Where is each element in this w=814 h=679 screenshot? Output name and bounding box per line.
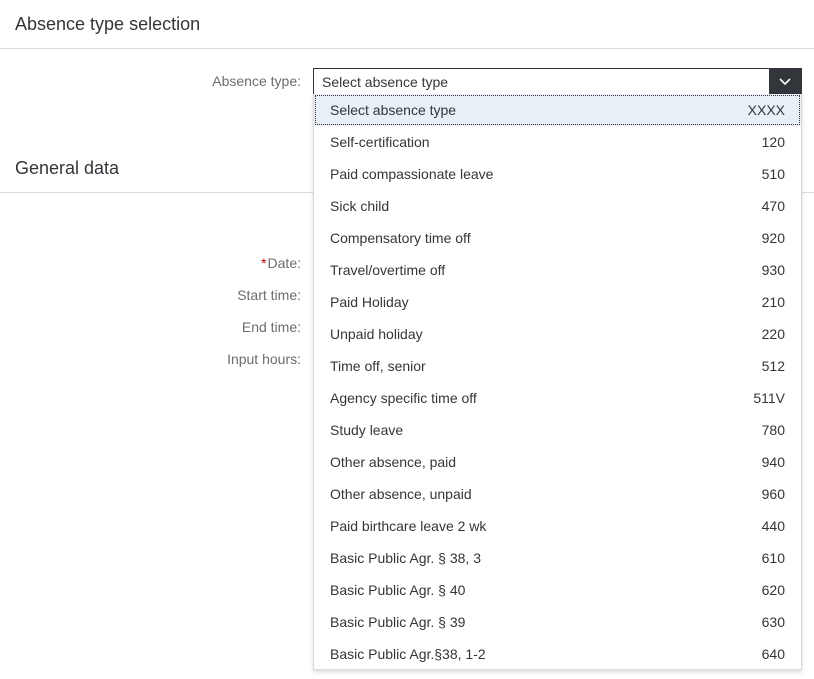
absence-type-dropdown-list: Select absence type XXXX Self-certificatio… — [313, 94, 802, 670]
input-hours-label: Input hours: — [227, 351, 301, 367]
option-code: 470 — [761, 198, 785, 214]
end-time-label: End time: — [241, 319, 301, 335]
option-label: Unpaid holiday — [330, 326, 423, 342]
option-label: Paid Holiday — [330, 294, 409, 310]
dropdown-option[interactable]: Time off, senior 512 — [314, 350, 801, 382]
start-time-label: Start time: — [237, 287, 301, 303]
option-code: 920 — [761, 230, 785, 246]
dropdown-option[interactable]: Compensatory time off 920 — [314, 222, 801, 254]
option-code: 510 — [761, 166, 785, 182]
option-label: Other absence, unpaid — [330, 486, 472, 502]
dropdown-option[interactable]: Travel/overtime off 930 — [314, 254, 801, 286]
date-label-text: Date: — [267, 255, 301, 271]
option-code: 512 — [761, 358, 785, 374]
option-code: 640 — [761, 646, 785, 662]
dropdown-option[interactable]: Unpaid holiday 220 — [314, 318, 801, 350]
option-code: 960 — [761, 486, 785, 502]
absence-form-page: Absence type selection Absence type: Sel… — [0, 0, 814, 679]
absence-type-select-value: Select absence type — [322, 73, 449, 90]
option-label: Time off, senior — [330, 358, 426, 374]
date-label: *Date: — [0, 255, 301, 271]
option-code: 440 — [761, 518, 785, 534]
option-label: Travel/overtime off — [330, 262, 446, 278]
dropdown-option[interactable]: Select absence type XXXX — [314, 94, 801, 126]
dropdown-option[interactable]: Self-certification 120 — [314, 126, 801, 158]
dropdown-option[interactable]: Other absence, paid 940 — [314, 446, 801, 478]
option-label: Other absence, paid — [330, 454, 457, 470]
option-code: 120 — [761, 134, 785, 150]
dropdown-option[interactable]: Agency specific time off 511V — [314, 382, 801, 414]
dropdown-option[interactable]: Paid birthcare leave 2 wk 440 — [314, 510, 801, 542]
dropdown-option[interactable]: Basic Public Agr. § 39 630 — [314, 606, 801, 638]
dropdown-option[interactable]: Basic Public Agr. § 40 620 — [314, 574, 801, 606]
option-label: Paid compassionate leave — [330, 166, 494, 182]
option-code: 610 — [761, 550, 785, 566]
option-label: Study leave — [330, 422, 404, 438]
dropdown-option[interactable]: Basic Public Agr.§38, 1-2 640 — [314, 638, 801, 670]
option-code: 620 — [761, 582, 785, 598]
absence-type-label: Absence type: — [212, 73, 301, 89]
option-code: 210 — [761, 294, 785, 310]
dropdown-option[interactable]: Other absence, unpaid 960 — [314, 478, 801, 510]
option-label: Basic Public Agr. § 39 — [330, 614, 466, 630]
dropdown-arrow-button[interactable] — [769, 69, 801, 94]
option-label: Self-certification — [330, 134, 430, 150]
option-code: 220 — [761, 326, 785, 342]
section-title-absence-selection: Absence type selection — [15, 14, 201, 34]
chevron-down-icon — [779, 77, 791, 85]
option-label: Basic Public Agr. § 38, 3 — [330, 550, 481, 566]
option-label: Basic Public Agr.§38, 1-2 — [330, 646, 486, 662]
option-label: Sick child — [330, 198, 390, 214]
option-code: 630 — [761, 614, 785, 630]
option-code: XXXX — [747, 102, 785, 118]
option-label: Agency specific time off — [330, 390, 477, 406]
required-marker: * — [261, 255, 267, 271]
dropdown-option[interactable]: Study leave 780 — [314, 414, 801, 446]
option-label: Basic Public Agr. § 40 — [330, 582, 466, 598]
dropdown-option[interactable]: Paid Holiday 210 — [314, 286, 801, 318]
option-label: Paid birthcare leave 2 wk — [330, 518, 487, 534]
section-divider — [0, 48, 814, 49]
section-title-general-data: General data — [15, 158, 120, 178]
dropdown-option[interactable]: Paid compassionate leave 510 — [314, 158, 801, 190]
option-label: Compensatory time off — [330, 230, 471, 246]
option-code: 940 — [761, 454, 785, 470]
dropdown-option[interactable]: Basic Public Agr. § 38, 3 610 — [314, 542, 801, 574]
dropdown-option[interactable]: Sick child 470 — [314, 190, 801, 222]
absence-type-select[interactable]: Select absence type — [313, 68, 802, 95]
option-code: 511V — [753, 390, 785, 406]
option-label: Select absence type — [330, 102, 457, 118]
option-code: 930 — [761, 262, 785, 278]
option-code: 780 — [761, 422, 785, 438]
